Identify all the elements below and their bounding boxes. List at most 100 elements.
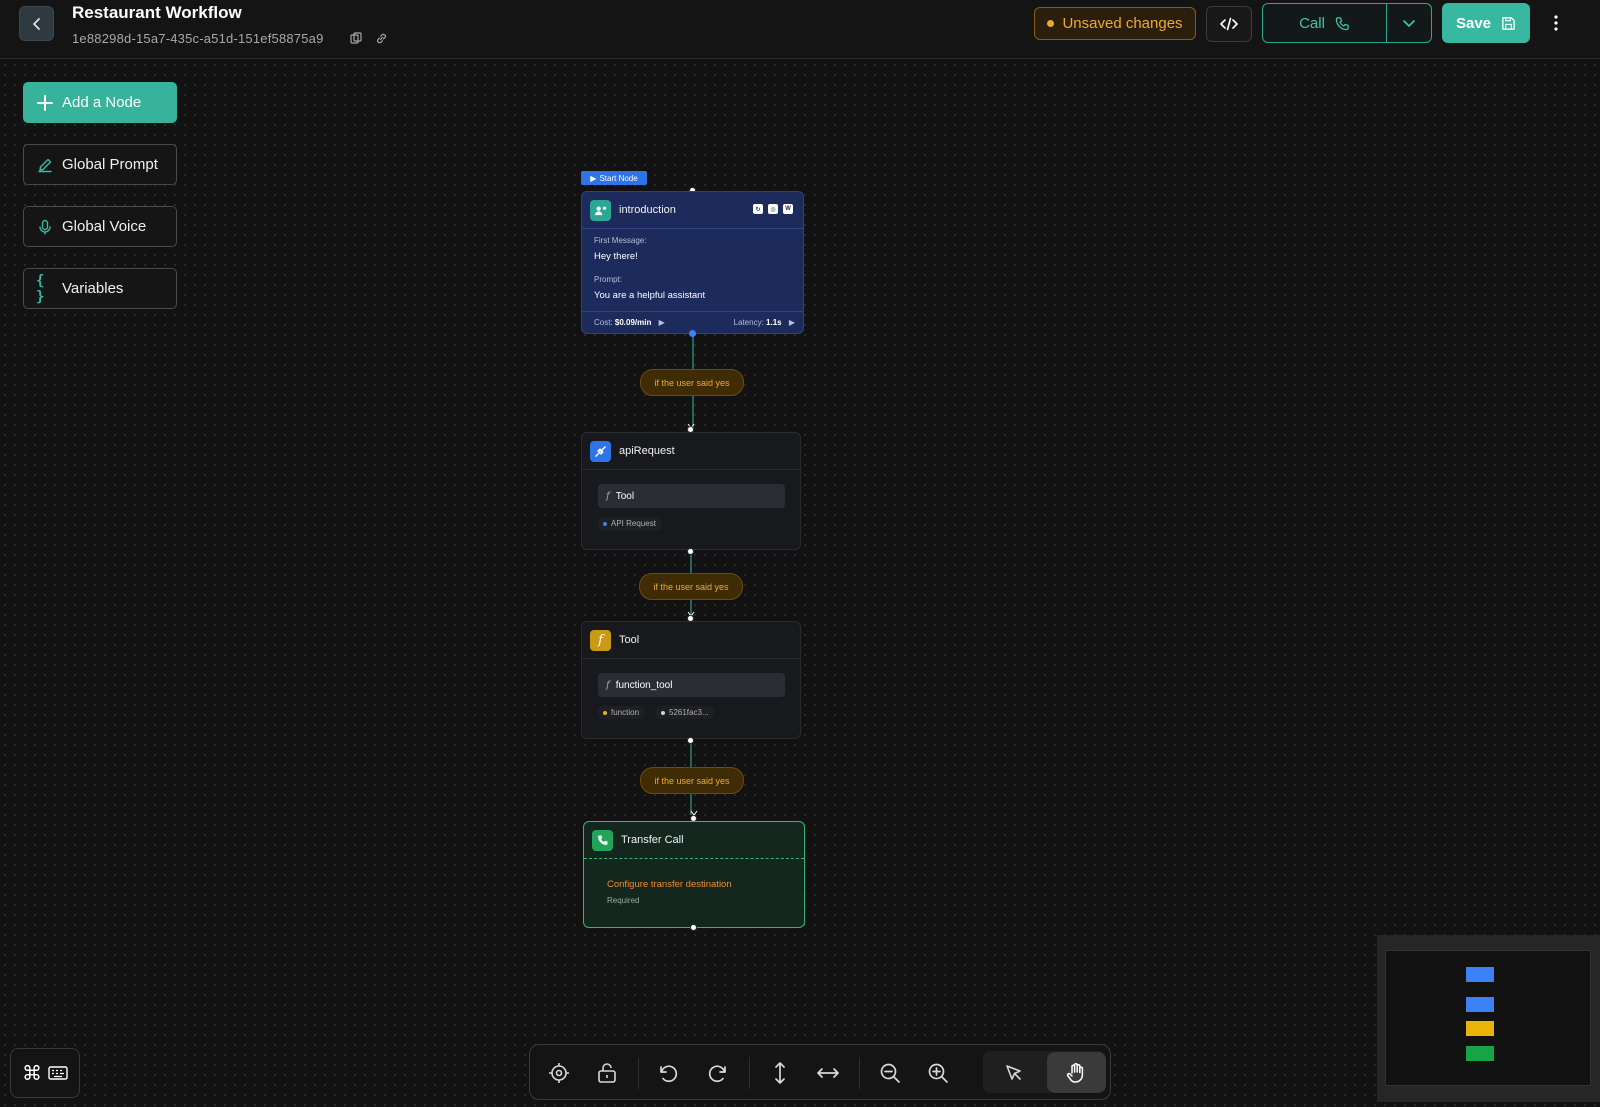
transfer-warning: Configure transfer destination — [607, 879, 732, 890]
tool-name: function_tool — [615, 679, 673, 691]
introduction-node[interactable]: introduction ↻ ◎ W First Message: Hey th… — [581, 191, 804, 334]
minimap-node — [1466, 1046, 1494, 1061]
minimap-node — [1466, 967, 1494, 982]
tool-name: Tool — [615, 490, 635, 502]
copy-icon[interactable] — [349, 31, 363, 45]
node-badges: ↻ ◎ W — [753, 204, 793, 214]
node-output-handle[interactable] — [689, 330, 696, 337]
arrows-vertical-icon — [775, 1062, 785, 1084]
vertical-layout-button[interactable] — [762, 1055, 798, 1091]
call-button[interactable]: Call — [1262, 3, 1386, 43]
phone-icon — [1335, 16, 1349, 30]
function-icon: f — [606, 490, 610, 502]
redo-button[interactable] — [700, 1055, 736, 1091]
hand-icon — [1066, 1063, 1084, 1083]
command-icon: ⌘ — [22, 1061, 42, 1085]
node-title: introduction — [619, 204, 676, 216]
minimap-viewport — [1385, 950, 1591, 1086]
function-icon: f — [606, 679, 610, 691]
refresh-icon: ↻ — [753, 204, 763, 214]
unsaved-label: Unsaved changes — [1062, 15, 1183, 32]
api-request-node[interactable]: apiRequest f Tool API Request — [581, 432, 801, 550]
redo-icon — [708, 1065, 726, 1083]
undo-button[interactable] — [650, 1055, 686, 1091]
unlock-icon — [598, 1063, 616, 1083]
node-title: apiRequest — [619, 445, 675, 457]
global-prompt-button[interactable]: Global Prompt — [23, 144, 177, 185]
keyboard-shortcuts-button[interactable]: ⌘ — [10, 1048, 80, 1098]
microphone-icon — [36, 218, 54, 236]
more-options-button[interactable] — [1546, 10, 1566, 36]
toolbar-divider — [749, 1057, 750, 1089]
back-button[interactable] — [19, 6, 54, 41]
code-icon — [1220, 17, 1238, 31]
minimap-node — [1466, 997, 1494, 1012]
minimap[interactable] — [1377, 935, 1600, 1102]
tool-selector[interactable]: f function_tool — [598, 673, 785, 697]
tool-selector[interactable]: f Tool — [598, 484, 785, 508]
select-mode-button[interactable] — [996, 1055, 1032, 1091]
call-label: Call — [1299, 14, 1325, 32]
keyboard-icon — [48, 1066, 68, 1080]
pan-mode-button[interactable] — [1058, 1055, 1094, 1091]
node-title: Tool — [619, 634, 640, 646]
node-header: apiRequest — [582, 433, 800, 470]
play-icon: ▶ — [590, 173, 597, 183]
zoom-out-button[interactable] — [872, 1055, 908, 1091]
unsaved-changes-badge: Unsaved changes — [1034, 7, 1196, 40]
chip-label: function — [611, 708, 640, 717]
chip-dot — [603, 710, 607, 715]
node-header: Transfer Call — [584, 822, 804, 859]
global-voice-button[interactable]: Global Voice — [23, 206, 177, 247]
latency-value: 1.1s — [766, 318, 782, 327]
zoom-in-button[interactable] — [920, 1055, 956, 1091]
start-node-label: Start Node — [599, 173, 638, 183]
save-button[interactable]: Save — [1442, 3, 1530, 43]
add-node-button[interactable]: Add a Node — [23, 82, 177, 123]
add-node-label: Add a Node — [62, 94, 142, 111]
node-output-handle[interactable] — [687, 737, 694, 744]
transfer-call-node[interactable]: Transfer Call Configure transfer destina… — [583, 821, 805, 928]
edge-condition-label[interactable]: if the user said yes — [639, 573, 743, 600]
link-icon[interactable] — [374, 31, 388, 45]
save-icon — [1502, 16, 1515, 30]
top-header: Restaurant Workflow 1e88298d-15a7-435c-a… — [0, 0, 1600, 59]
node-header: f Tool — [582, 622, 800, 659]
minimap-node — [1466, 1021, 1494, 1036]
edge-condition-label[interactable]: if the user said yes — [640, 767, 744, 794]
undo-icon — [660, 1065, 678, 1083]
lock-toggle-button[interactable] — [589, 1055, 625, 1091]
edge-condition-label[interactable]: if the user said yes — [640, 369, 744, 396]
toolbar-divider — [859, 1057, 860, 1089]
latency-readout[interactable]: Latency: 1.1s ▶ — [734, 318, 795, 327]
prompt-value: You are a helpful assistant — [594, 290, 706, 301]
toolbar-divider — [638, 1057, 639, 1089]
arrows-horizontal-icon — [817, 1068, 839, 1078]
tool-node[interactable]: f Tool f function_tool function 5261fac3… — [581, 621, 801, 739]
global-prompt-label: Global Prompt — [62, 156, 158, 173]
phone-icon — [592, 829, 613, 851]
status-dot — [1047, 20, 1055, 27]
workflow-edges — [687, 334, 698, 816]
tool-type-chip: function — [598, 706, 645, 719]
node-output-handle[interactable] — [690, 924, 697, 931]
code-view-button[interactable] — [1206, 6, 1252, 42]
chip-dot — [603, 521, 607, 526]
cost-readout[interactable]: Cost: $0.09/min ▶ — [594, 318, 665, 327]
chevron-down-icon — [1403, 20, 1415, 27]
canvas-toolbar — [529, 1044, 1111, 1100]
latency-label: Latency: — [733, 318, 764, 327]
cost-label: Cost: — [594, 318, 613, 327]
node-output-handle[interactable] — [687, 548, 694, 555]
tool-type-chip: API Request — [598, 517, 661, 530]
crosshair-icon — [549, 1063, 569, 1083]
recenter-button[interactable] — [541, 1055, 577, 1091]
prompt-label: Prompt: — [594, 275, 623, 284]
horizontal-layout-button[interactable] — [810, 1055, 846, 1091]
voice-provider-icon: W — [783, 204, 793, 214]
call-options-dropdown[interactable] — [1386, 3, 1432, 43]
braces-icon: { } — [36, 272, 45, 305]
variables-button[interactable]: { } Variables — [23, 268, 177, 309]
first-message-value: Hey there! — [594, 251, 638, 262]
cost-value: $0.09/min — [614, 318, 652, 327]
